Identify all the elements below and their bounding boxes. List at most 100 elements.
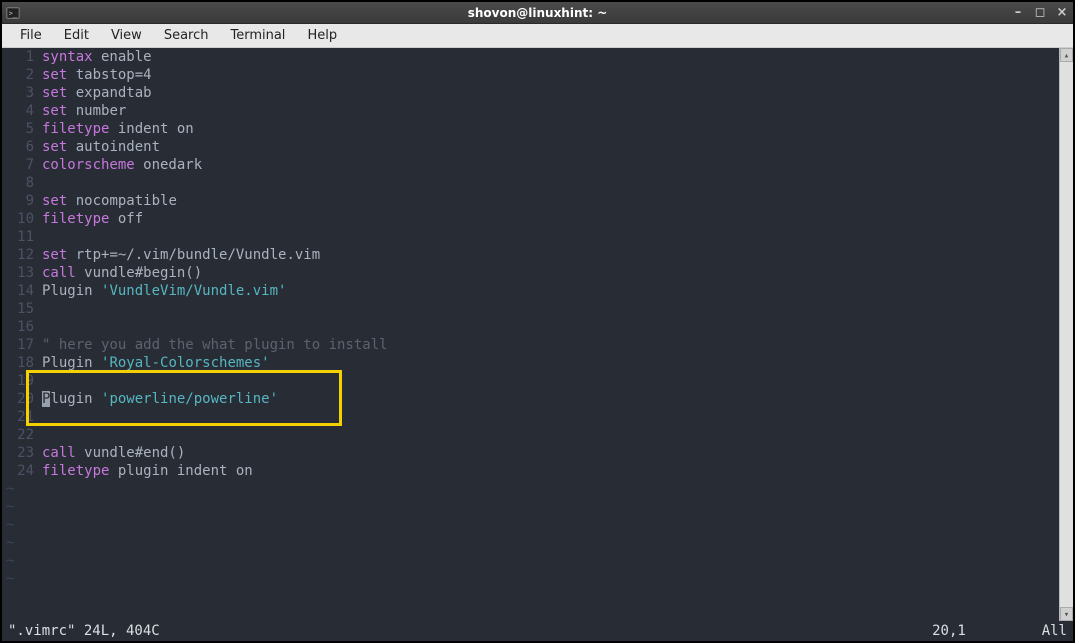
- code-content[interactable]: Plugin 'VundleVim/Vundle.vim': [42, 282, 1059, 300]
- code-line[interactable]: 9set nocompatible: [2, 192, 1059, 210]
- menu-search[interactable]: Search: [154, 26, 219, 45]
- line-number: 12: [2, 246, 42, 264]
- code-content[interactable]: colorscheme onedark: [42, 156, 1059, 174]
- code-content[interactable]: syntax enable: [42, 48, 1059, 66]
- empty-line: ~: [2, 570, 1059, 588]
- code-content[interactable]: [42, 426, 1059, 444]
- line-number: 7: [2, 156, 42, 174]
- line-number: 11: [2, 228, 42, 246]
- code-line[interactable]: 23call vundle#end(): [2, 444, 1059, 462]
- line-number: 22: [2, 426, 42, 444]
- line-number: 6: [2, 138, 42, 156]
- code-content[interactable]: [42, 318, 1059, 336]
- menu-file[interactable]: File: [10, 26, 52, 45]
- code-content[interactable]: Plugin 'powerline/powerline': [42, 390, 1059, 408]
- menu-view[interactable]: View: [101, 26, 152, 45]
- terminal-icon: >_: [6, 6, 20, 20]
- terminal-window: >_ shovon@linuxhint: ~ – ◻ × File Edit V…: [0, 0, 1075, 643]
- code-content[interactable]: filetype plugin indent on: [42, 462, 1059, 480]
- code-line[interactable]: 16: [2, 318, 1059, 336]
- code-content[interactable]: filetype off: [42, 210, 1059, 228]
- svg-text:>_: >_: [9, 9, 18, 17]
- line-number: 15: [2, 300, 42, 318]
- empty-line: ~: [2, 534, 1059, 552]
- code-line[interactable]: 4set number: [2, 102, 1059, 120]
- line-number: 16: [2, 318, 42, 336]
- code-content[interactable]: set expandtab: [42, 84, 1059, 102]
- minimize-button[interactable]: –: [1011, 5, 1025, 20]
- line-number: 19: [2, 372, 42, 390]
- code-line[interactable]: 2set tabstop=4: [2, 66, 1059, 84]
- editor-area[interactable]: 1syntax enable2set tabstop=43set expandt…: [2, 48, 1073, 621]
- line-number: 18: [2, 354, 42, 372]
- line-number: 14: [2, 282, 42, 300]
- code-line[interactable]: 19: [2, 372, 1059, 390]
- menu-terminal[interactable]: Terminal: [220, 26, 295, 45]
- menu-edit[interactable]: Edit: [54, 26, 99, 45]
- code-content[interactable]: set number: [42, 102, 1059, 120]
- status-scroll: All: [1042, 623, 1067, 639]
- code-line[interactable]: 14Plugin 'VundleVim/Vundle.vim': [2, 282, 1059, 300]
- code-line[interactable]: 11: [2, 228, 1059, 246]
- line-number: 10: [2, 210, 42, 228]
- window-title: shovon@linuxhint: ~: [468, 6, 608, 20]
- code-line[interactable]: 10filetype off: [2, 210, 1059, 228]
- empty-line: ~: [2, 516, 1059, 534]
- code-content[interactable]: call vundle#begin(): [42, 264, 1059, 282]
- code-line[interactable]: 12set rtp+=~/.vim/bundle/Vundle.vim: [2, 246, 1059, 264]
- line-number: 3: [2, 84, 42, 102]
- code-line[interactable]: 17" here you add the what plugin to inst…: [2, 336, 1059, 354]
- close-button[interactable]: ×: [1055, 5, 1069, 20]
- code-line[interactable]: 18Plugin 'Royal-Colorschemes': [2, 354, 1059, 372]
- maximize-button[interactable]: ◻: [1033, 5, 1047, 20]
- code-content[interactable]: set autoindent: [42, 138, 1059, 156]
- code-content[interactable]: [42, 372, 1059, 390]
- line-number: 5: [2, 120, 42, 138]
- line-number: 2: [2, 66, 42, 84]
- code-line[interactable]: 13call vundle#begin(): [2, 264, 1059, 282]
- code-line[interactable]: 8: [2, 174, 1059, 192]
- empty-line: ~: [2, 498, 1059, 516]
- code-line[interactable]: 7colorscheme onedark: [2, 156, 1059, 174]
- menu-help[interactable]: Help: [297, 26, 347, 45]
- line-number: 24: [2, 462, 42, 480]
- scroll-up-button[interactable]: ▴: [1060, 48, 1073, 62]
- line-number: 13: [2, 264, 42, 282]
- line-number: 8: [2, 174, 42, 192]
- code-content[interactable]: [42, 408, 1059, 426]
- code-line[interactable]: 1syntax enable: [2, 48, 1059, 66]
- code-line[interactable]: 15: [2, 300, 1059, 318]
- scroll-track[interactable]: [1060, 62, 1073, 607]
- line-number: 17: [2, 336, 42, 354]
- code-line[interactable]: 22: [2, 426, 1059, 444]
- code-content[interactable]: [42, 174, 1059, 192]
- code-content[interactable]: set rtp+=~/.vim/bundle/Vundle.vim: [42, 246, 1059, 264]
- code-content[interactable]: filetype indent on: [42, 120, 1059, 138]
- code-line[interactable]: 21: [2, 408, 1059, 426]
- status-position: 20,1: [932, 623, 966, 639]
- code-line[interactable]: 3set expandtab: [2, 84, 1059, 102]
- code-content[interactable]: [42, 300, 1059, 318]
- code-content[interactable]: [42, 228, 1059, 246]
- code-line[interactable]: 20Plugin 'powerline/powerline': [2, 390, 1059, 408]
- code-content[interactable]: " here you add the what plugin to instal…: [42, 336, 1059, 354]
- code-content[interactable]: call vundle#end(): [42, 444, 1059, 462]
- titlebar-left: >_: [6, 6, 20, 20]
- menubar: File Edit View Search Terminal Help: [2, 24, 1073, 48]
- empty-line: ~: [2, 480, 1059, 498]
- code-content[interactable]: set tabstop=4: [42, 66, 1059, 84]
- code-content[interactable]: set nocompatible: [42, 192, 1059, 210]
- code-line[interactable]: 24filetype plugin indent on: [2, 462, 1059, 480]
- code-content[interactable]: Plugin 'Royal-Colorschemes': [42, 354, 1059, 372]
- line-number: 4: [2, 102, 42, 120]
- line-number: 20: [2, 390, 42, 408]
- code-line[interactable]: 5filetype indent on: [2, 120, 1059, 138]
- scroll-down-button[interactable]: ▾: [1060, 607, 1073, 621]
- empty-line: ~: [2, 552, 1059, 570]
- code-line[interactable]: 6set autoindent: [2, 138, 1059, 156]
- line-number: 1: [2, 48, 42, 66]
- status-file: ".vimrc" 24L, 404C: [8, 623, 160, 639]
- scrollbar[interactable]: ▴ ▾: [1059, 48, 1073, 621]
- window-controls: – ◻ ×: [1011, 5, 1069, 20]
- titlebar[interactable]: >_ shovon@linuxhint: ~ – ◻ ×: [2, 2, 1073, 24]
